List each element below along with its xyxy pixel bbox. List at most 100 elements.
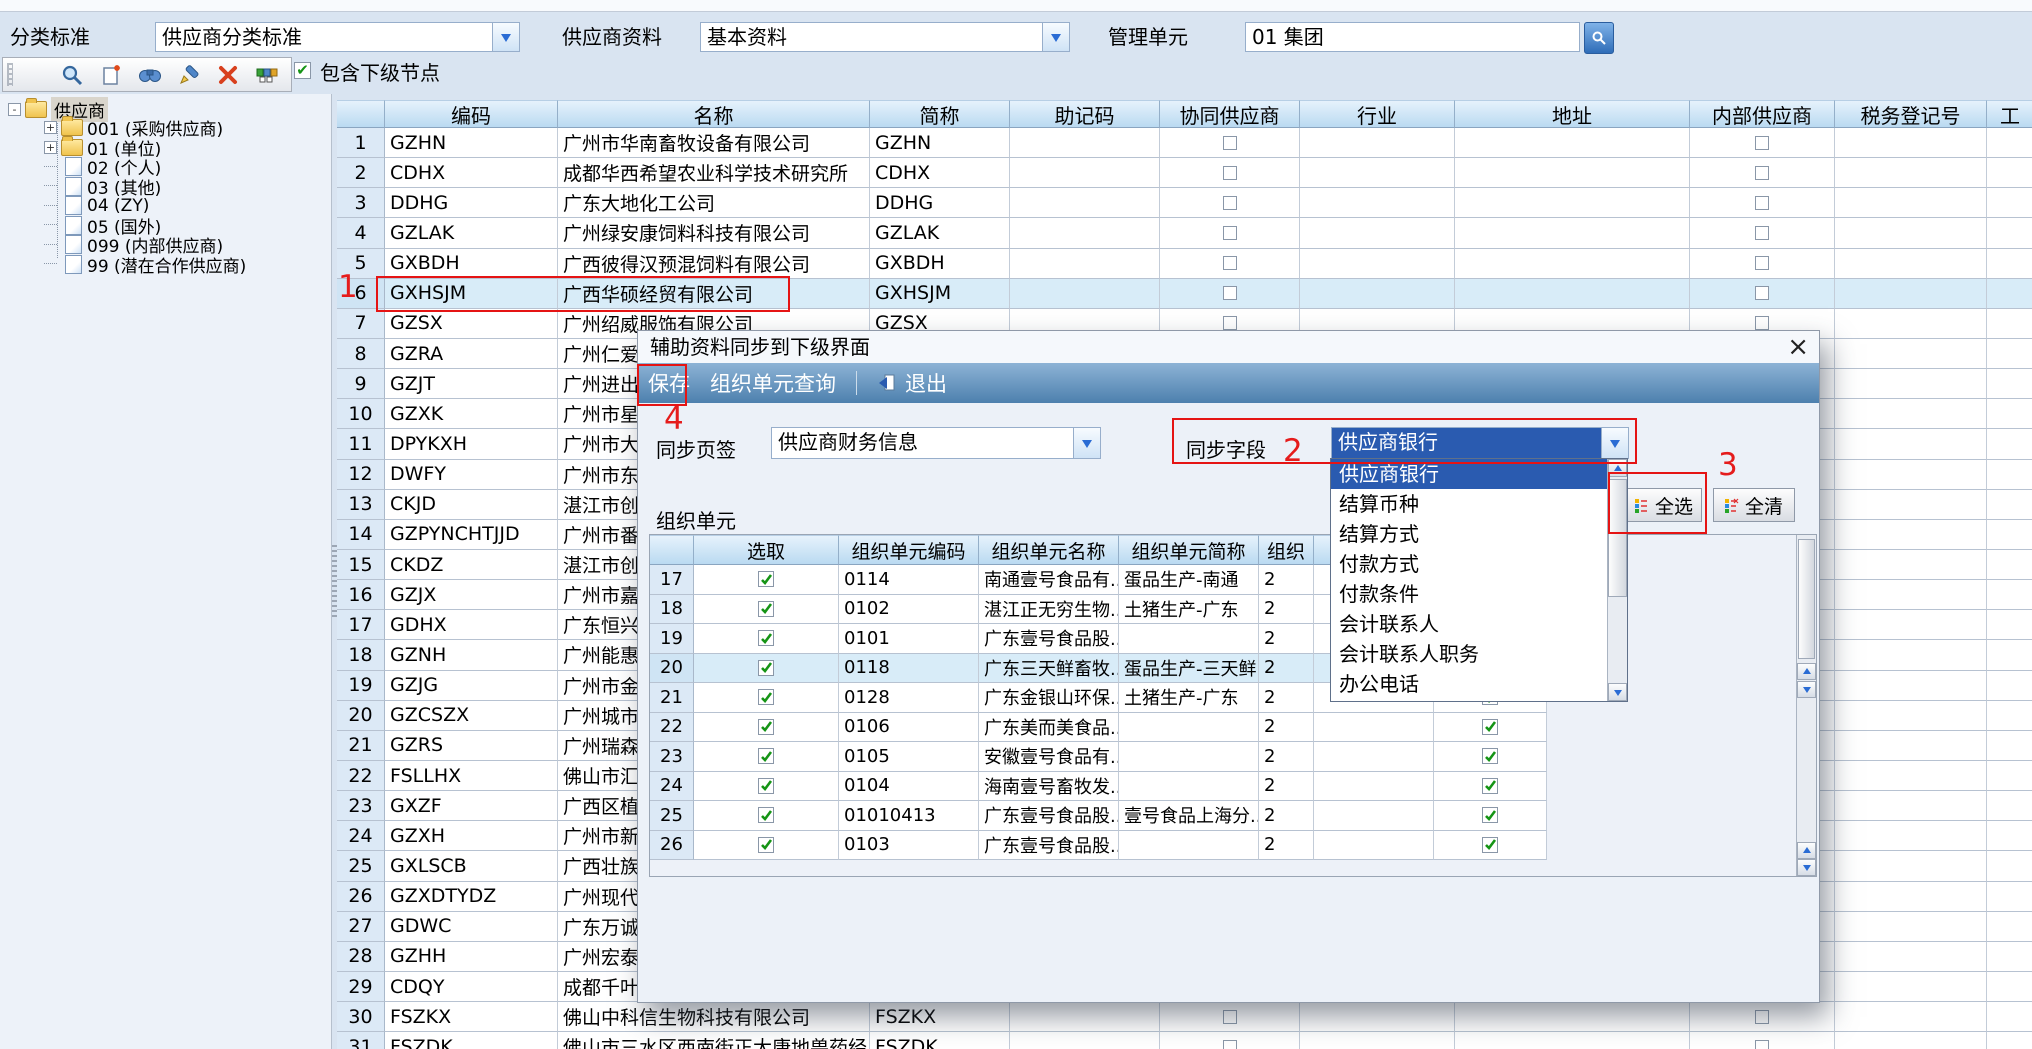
dropdown-option[interactable]: 供应商银行	[1331, 459, 1607, 489]
scroll-down-icon[interactable]	[1797, 859, 1816, 876]
coop-checkbox[interactable]	[1223, 226, 1237, 240]
scroll-up-icon[interactable]	[1797, 842, 1816, 859]
supplier-info-combo[interactable]: 基本资料	[700, 22, 1070, 52]
column-header-简称[interactable]: 简称	[870, 100, 1010, 128]
chevron-down-icon[interactable]	[1601, 428, 1628, 458]
dropdown-option[interactable]: 结算币种	[1331, 489, 1607, 519]
table-row[interactable]: 3DDHG广东大地化工公司DDHG	[337, 188, 2032, 218]
dropdown-option[interactable]: 办公电话	[1331, 669, 1607, 699]
select-checkbox[interactable]	[758, 660, 774, 676]
tree-item-03[interactable]: 03 (其他)	[44, 177, 161, 196]
synced-checkbox[interactable]	[1482, 778, 1498, 794]
column-header-协同供应商[interactable]: 协同供应商	[1160, 100, 1300, 128]
internal-checkbox[interactable]	[1755, 316, 1769, 330]
table-row[interactable]: 4GZLAK广州绿安康饲料科技有限公司GZLAK	[337, 218, 2032, 248]
org-table-row[interactable]: 230105安徽壹号食品有...2	[650, 742, 1547, 772]
select-checkbox[interactable]	[758, 630, 774, 646]
coop-checkbox[interactable]	[1223, 1010, 1237, 1024]
mgmt-unit-field[interactable]: 01 集团	[1245, 22, 1580, 52]
select-checkbox[interactable]	[758, 748, 774, 764]
org-column-header-组织单元简称[interactable]: 组织单元简称	[1119, 535, 1259, 565]
dropdown-option[interactable]: 付款条件	[1331, 579, 1607, 609]
close-icon[interactable]: ×	[1787, 333, 1809, 361]
dropdown-option[interactable]: 结算方式	[1331, 519, 1607, 549]
sync-tab-combo[interactable]: 供应商财务信息	[771, 427, 1101, 459]
select-all-button[interactable]: 全选	[1626, 488, 1702, 522]
coop-checkbox[interactable]	[1223, 316, 1237, 330]
tree-item-99[interactable]: 99 (潜在合作供应商)	[44, 255, 246, 274]
table-row[interactable]: 6GXHSJM广西华硕经贸有限公司GXHSJM	[337, 279, 2032, 309]
expand-plus-icon[interactable]: +	[44, 141, 57, 154]
column-header-工[interactable]: 工	[1987, 100, 2032, 128]
expand-plus-icon[interactable]: +	[44, 121, 57, 134]
coop-checkbox[interactable]	[1223, 256, 1237, 270]
chevron-down-icon[interactable]	[492, 23, 519, 51]
coop-checkbox[interactable]	[1223, 166, 1237, 180]
select-checkbox[interactable]	[758, 778, 774, 794]
internal-checkbox[interactable]	[1755, 1040, 1769, 1049]
org-table-scrollbar[interactable]	[1796, 535, 1816, 876]
scroll-down-icon[interactable]	[1797, 681, 1816, 698]
internal-checkbox[interactable]	[1755, 196, 1769, 210]
column-header[interactable]	[337, 100, 385, 128]
select-checkbox[interactable]	[758, 601, 774, 617]
chevron-down-icon[interactable]	[1042, 23, 1069, 51]
coop-checkbox[interactable]	[1223, 286, 1237, 300]
table-row[interactable]: 2CDHX成都华西希望农业科学技术研究所CDHX	[337, 158, 2032, 188]
scroll-down-icon[interactable]	[1608, 683, 1627, 701]
table-row[interactable]: 1GZHN广州市华南畜牧设备有限公司GZHN	[337, 128, 2032, 158]
select-checkbox[interactable]	[758, 571, 774, 587]
dropdown-option[interactable]: 会计联系人职务	[1331, 639, 1607, 669]
scroll-up-icon[interactable]	[1608, 459, 1627, 477]
column-header-地址[interactable]: 地址	[1455, 100, 1690, 128]
org-table-row[interactable]: 220106广东美而美食品...2	[650, 713, 1547, 743]
scroll-up-icon[interactable]	[1797, 663, 1816, 680]
dropdown-option[interactable]: 会计联系人	[1331, 609, 1607, 639]
clear-all-button[interactable]: 全清	[1713, 488, 1795, 522]
org-column-header-组织单元编码[interactable]: 组织单元编码	[839, 535, 979, 565]
column-header-助记码[interactable]: 助记码	[1010, 100, 1160, 128]
save-button[interactable]: 保存	[648, 368, 690, 398]
chevron-down-icon[interactable]	[1073, 428, 1100, 458]
include-children-checkbox[interactable]: ✔	[294, 62, 311, 79]
scrollbar-thumb[interactable]	[1798, 539, 1815, 659]
sync-field-combo[interactable]: 供应商银行	[1331, 427, 1629, 459]
new-doc-icon[interactable]	[99, 63, 123, 87]
class-standard-combo[interactable]: 供应商分类标准	[155, 22, 520, 52]
org-query-button[interactable]: 组织单元查询	[710, 368, 836, 398]
table-row[interactable]: 31FSZDK佛山市三水区西南街正大康地兽药经FSZDK	[337, 1032, 2032, 1049]
table-row[interactable]: 30FSZKX佛山中科信生物科技有限公司FSZKX	[337, 1002, 2032, 1032]
coop-checkbox[interactable]	[1223, 1040, 1237, 1049]
internal-checkbox[interactable]	[1755, 166, 1769, 180]
column-header-内部供应商[interactable]: 内部供应商	[1690, 100, 1835, 128]
synced-checkbox[interactable]	[1482, 748, 1498, 764]
org-column-header-组织单元名称[interactable]: 组织单元名称	[979, 535, 1119, 565]
browse-icon[interactable]	[1584, 22, 1614, 54]
select-checkbox[interactable]	[758, 837, 774, 853]
delete-icon[interactable]	[216, 63, 240, 87]
edit-icon[interactable]	[177, 63, 201, 87]
dropdown-scrollbar[interactable]	[1607, 459, 1627, 701]
internal-checkbox[interactable]	[1755, 286, 1769, 300]
synced-checkbox[interactable]	[1482, 719, 1498, 735]
synced-checkbox[interactable]	[1482, 807, 1498, 823]
internal-checkbox[interactable]	[1755, 256, 1769, 270]
collapse-minus-icon[interactable]: -	[8, 103, 21, 116]
locate-icon[interactable]	[255, 63, 279, 87]
synced-checkbox[interactable]	[1482, 837, 1498, 853]
column-header-名称[interactable]: 名称	[558, 100, 870, 128]
search-icon[interactable]	[60, 63, 84, 87]
exit-button[interactable]: 退出	[905, 368, 947, 398]
scrollbar-thumb[interactable]	[1608, 479, 1627, 597]
select-checkbox[interactable]	[758, 719, 774, 735]
dropdown-option[interactable]: 付款方式	[1331, 549, 1607, 579]
org-column-header[interactable]	[650, 535, 694, 565]
table-row[interactable]: 5GXBDH广西彼得汉预混饲料有限公司GXBDH	[337, 249, 2032, 279]
internal-checkbox[interactable]	[1755, 136, 1769, 150]
coop-checkbox[interactable]	[1223, 196, 1237, 210]
toolbar-grip[interactable]	[7, 63, 13, 86]
org-column-header-选取[interactable]: 选取	[694, 535, 839, 565]
select-checkbox[interactable]	[758, 807, 774, 823]
column-header-编码[interactable]: 编码	[385, 100, 558, 128]
internal-checkbox[interactable]	[1755, 1010, 1769, 1024]
